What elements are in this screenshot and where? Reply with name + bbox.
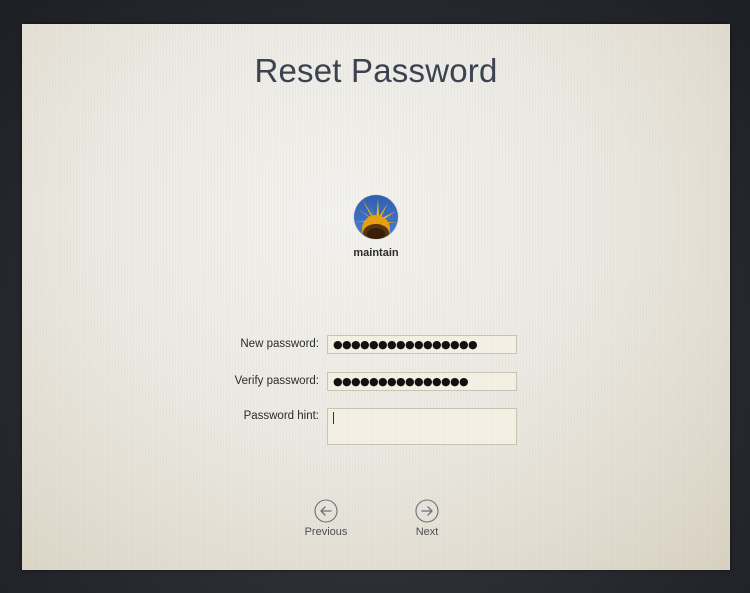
arrow-right-circle-icon <box>415 499 439 523</box>
new-password-label: New password: <box>240 338 319 350</box>
password-hint-field[interactable] <box>327 408 517 445</box>
page-title: Reset Password <box>254 52 498 89</box>
verify-password-label: Verify password: <box>234 375 319 387</box>
next-button[interactable]: Next <box>397 499 457 538</box>
verify-password-field[interactable]: ●●●●●●●●●●●●●●● <box>327 372 517 391</box>
new-password-field[interactable]: ●●●●●●●●●●●●●●●● <box>327 335 517 354</box>
new-password-masked-value: ●●●●●●●●●●●●●●●● <box>333 338 478 351</box>
previous-button[interactable]: Previous <box>296 499 356 538</box>
password-hint-label: Password hint: <box>243 410 319 422</box>
sunflower-avatar-icon <box>354 195 398 239</box>
previous-label: Previous <box>304 526 348 538</box>
next-label: Next <box>415 526 439 538</box>
reset-password-window: Reset Password maintain New password: ●●… <box>22 24 730 570</box>
arrow-left-circle-icon <box>314 499 338 523</box>
user-name: maintain <box>353 247 399 259</box>
text-caret <box>333 412 334 424</box>
verify-password-masked-value: ●●●●●●●●●●●●●●● <box>333 375 469 388</box>
